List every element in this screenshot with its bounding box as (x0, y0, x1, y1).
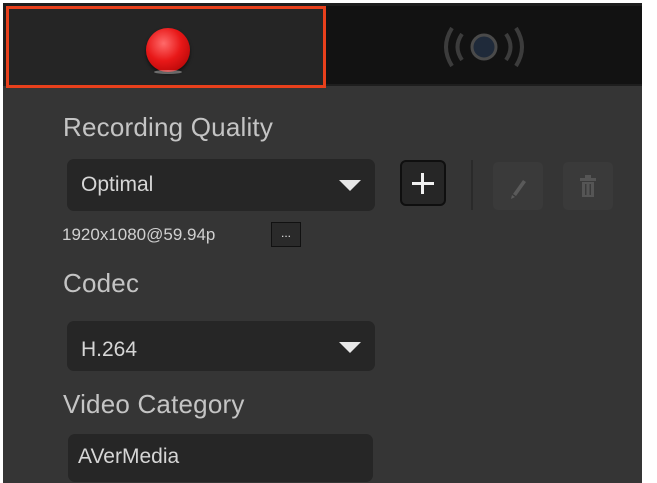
delete-quality-button[interactable] (563, 162, 613, 210)
chevron-down-icon (339, 342, 361, 353)
record-icon (146, 28, 190, 74)
trash-icon (580, 175, 596, 197)
codec-value: H.264 (81, 338, 138, 361)
pencil-icon (511, 180, 526, 199)
recording-quality-dropdown[interactable]: Optimal (67, 159, 375, 211)
codec-dropdown[interactable]: H.264 (67, 321, 375, 371)
recording-quality-value: Optimal (81, 173, 154, 196)
edit-quality-button[interactable] (493, 162, 543, 210)
divider (471, 160, 473, 210)
resolution-text: 1920x1080@59.94p (62, 225, 216, 244)
tab-record[interactable] (6, 6, 326, 88)
video-category-value: AVerMedia (78, 445, 180, 468)
tab-stream[interactable] (326, 6, 642, 84)
video-category-field[interactable]: AVerMedia (68, 434, 373, 482)
mode-tab-bar (3, 3, 642, 88)
recording-settings-panel: Recording Quality Optimal 1920x1080@59.9… (3, 3, 642, 483)
recording-quality-label: Recording Quality (63, 112, 274, 142)
chevron-down-icon (339, 180, 361, 191)
codec-label: Codec (63, 268, 140, 298)
broadcast-icon (444, 26, 524, 68)
video-category-label: Video Category (63, 389, 245, 419)
add-quality-button[interactable] (400, 160, 446, 206)
more-options-button[interactable]: ... (271, 222, 301, 247)
